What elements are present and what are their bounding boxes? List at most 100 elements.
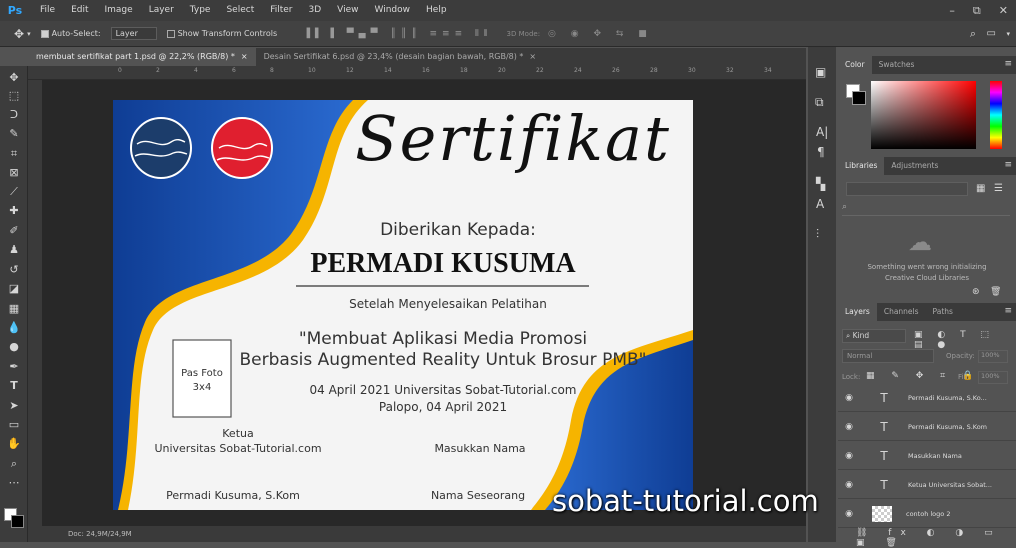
trash-icon[interactable]: 🗑 [990,287,1001,297]
eyedropper-icon[interactable]: ⟋ [4,184,24,200]
menu-type[interactable]: Type [182,0,219,21]
marquee-tool-icon[interactable]: ⬚ [4,88,24,104]
close-icon[interactable]: × [529,48,536,66]
show-transform-checkbox[interactable] [166,29,175,38]
restore-button[interactable]: ⧉ [973,0,981,21]
panel-menu-icon[interactable]: ≡ [1004,59,1012,69]
history-icon[interactable]: ▣ [815,65,826,79]
minimize-button[interactable]: – [949,0,955,21]
background-color-swatch[interactable] [11,515,24,528]
tab-doc-2[interactable]: Desain Sertifikat 6.psd @ 23,4% (desain … [256,48,545,66]
menu-window[interactable]: Window [367,0,419,21]
tab-libraries[interactable]: Libraries [838,157,885,175]
layer-row[interactable]: ◉ contoh logo 2 [838,500,1016,528]
type-tool-icon[interactable]: T [4,378,24,394]
layers-bottom-icons[interactable]: ⛓ fx ◐ ◑ ▭ ▣ 🗑 [856,528,1016,548]
healing-brush-icon[interactable]: ✚ [4,203,24,219]
search-icon[interactable]: ⌕ [970,27,976,41]
stamp-tool-icon[interactable]: ♟ [4,242,24,258]
tab-adjustments[interactable]: Adjustments [884,157,945,175]
properties-icon[interactable]: ⧉ [815,95,824,110]
layer-row[interactable]: ◉ T Ketua Universitas Sobat... [838,471,1016,499]
chevron-down-icon[interactable]: ▾ [1006,30,1010,38]
path-select-icon[interactable]: ➤ [4,398,24,414]
workspace-icon[interactable]: ▭ [987,28,996,39]
chevron-down-icon[interactable]: ▾ [27,30,31,38]
bg-color-swatch[interactable] [852,91,866,105]
menu-edit[interactable]: Edit [63,0,96,21]
eraser-tool-icon[interactable]: ◪ [4,281,24,297]
styles-icon[interactable]: A [816,197,824,211]
align-icons[interactable]: ▐▌▐ ▀▄▀ ║║║ ≡≡≡ ⫴⫴ [303,29,492,39]
more-tools-icon[interactable]: ⋯ [4,475,24,491]
glyphs-icon[interactable]: ▚ [816,177,825,191]
layer-kind-filter[interactable]: ⌕ Kind [842,329,906,343]
eye-icon[interactable]: ◉ [838,393,860,403]
tab-doc-1[interactable]: membuat sertifikat part 1.psd @ 22,2% (R… [28,48,256,66]
grid-view-icon[interactable]: ▦ [976,183,985,194]
close-icon[interactable]: × [241,48,248,66]
tab-layers[interactable]: Layers [838,303,877,321]
eye-icon[interactable]: ◉ [838,422,860,432]
tools-panel: ✥ ⬚ ᑐ ✎ ⌗ ⊠ ⟋ ✚ ✐ ♟ ↺ ◪ ▦ 💧 ● ✒ T ➤ ▭ ✋ … [0,66,28,542]
blend-mode-dropdown[interactable]: Normal [842,349,934,363]
certificate-canvas[interactable]: Sertifikat Diberikan Kepada: PERMADI KUS… [113,100,693,510]
close-button[interactable]: ✕ [999,0,1008,21]
list-view-icon[interactable]: ☰ [994,183,1003,194]
gradient-tool-icon[interactable]: ▦ [4,301,24,317]
ruler-number: 30 [688,67,696,74]
menu-help[interactable]: Help [418,0,455,21]
date-line: 04 April 2021 Universitas Sobat-Tutorial… [309,383,577,397]
tab-color[interactable]: Color [838,56,872,74]
zoom-tool-icon[interactable]: ⌕ [4,456,24,472]
ruler-number: 10 [308,67,316,74]
eye-icon[interactable]: ◉ [838,480,860,490]
menu-3d[interactable]: 3D [301,0,330,21]
dodge-tool-icon[interactable]: ● [4,339,24,355]
library-dropdown[interactable] [846,182,968,196]
hue-slider[interactable] [990,81,1002,149]
menu-view[interactable]: View [329,0,366,21]
quick-select-icon[interactable]: ✎ [4,126,24,142]
panel-menu-icon[interactable]: ≡ [1004,306,1012,316]
color-picker-field[interactable] [871,81,976,149]
eye-icon[interactable]: ◉ [838,509,860,519]
paragraph-icon[interactable]: ¶ [817,145,825,159]
panel-icon-strip: ▣ ⧉ A| ¶ ▚ A ⫶ [808,47,836,542]
history-brush-icon[interactable]: ↺ [4,262,24,278]
3d-tools-icons[interactable]: ◎ ◉ ✥ ⇆ ■ [548,29,653,39]
tab-swatches[interactable]: Swatches [872,56,922,74]
menu-select[interactable]: Select [218,0,262,21]
menu-filter[interactable]: Filter [262,0,300,21]
move-tool-icon[interactable]: ✥ [4,70,24,86]
auto-select-checkbox[interactable] [40,29,49,38]
brush-tool-icon[interactable]: ✐ [4,223,24,239]
brush-settings-icon[interactable]: ⫶ [816,227,819,242]
menu-file[interactable]: File [32,0,63,21]
tab-paths[interactable]: Paths [926,303,960,321]
lasso-tool-icon[interactable]: ᑐ [4,107,24,123]
layer-filter-icons[interactable]: ▣ ◐ T ⬚ ▤ ● [914,330,1016,350]
crop-tool-icon[interactable]: ⌗ [4,146,24,162]
library-search[interactable]: ⌕ [842,202,1010,216]
menu-image[interactable]: Image [97,0,141,21]
move-tool-icon[interactable]: ✥ [14,27,24,41]
cc-sync-icon[interactable]: ⊛ [972,287,980,297]
blur-tool-icon[interactable]: 💧 [4,320,24,336]
layer-row[interactable]: ◉ T Masukkan Nama [838,442,1016,470]
frame-tool-icon[interactable]: ⊠ [4,165,24,181]
eye-icon[interactable]: ◉ [838,451,860,461]
tab-channels[interactable]: Channels [877,303,926,321]
layer-row[interactable]: ◉ T Permadi Kusuma, S.Ko... [838,384,1016,412]
auto-select-dropdown[interactable]: Layer [110,27,157,40]
layer-row[interactable]: ◉ T Permadi Kusuma, S.Kom [838,413,1016,441]
photo-label-1: Pas Foto [181,368,223,379]
character-icon[interactable]: A| [816,125,828,139]
pen-tool-icon[interactable]: ✒ [4,359,24,375]
rectangle-tool-icon[interactable]: ▭ [4,417,24,433]
hand-tool-icon[interactable]: ✋ [4,436,24,452]
fill-value[interactable]: 100% [978,371,1008,384]
panel-menu-icon[interactable]: ≡ [1004,160,1012,170]
menu-layer[interactable]: Layer [141,0,182,21]
opacity-value[interactable]: 100% [978,350,1008,363]
